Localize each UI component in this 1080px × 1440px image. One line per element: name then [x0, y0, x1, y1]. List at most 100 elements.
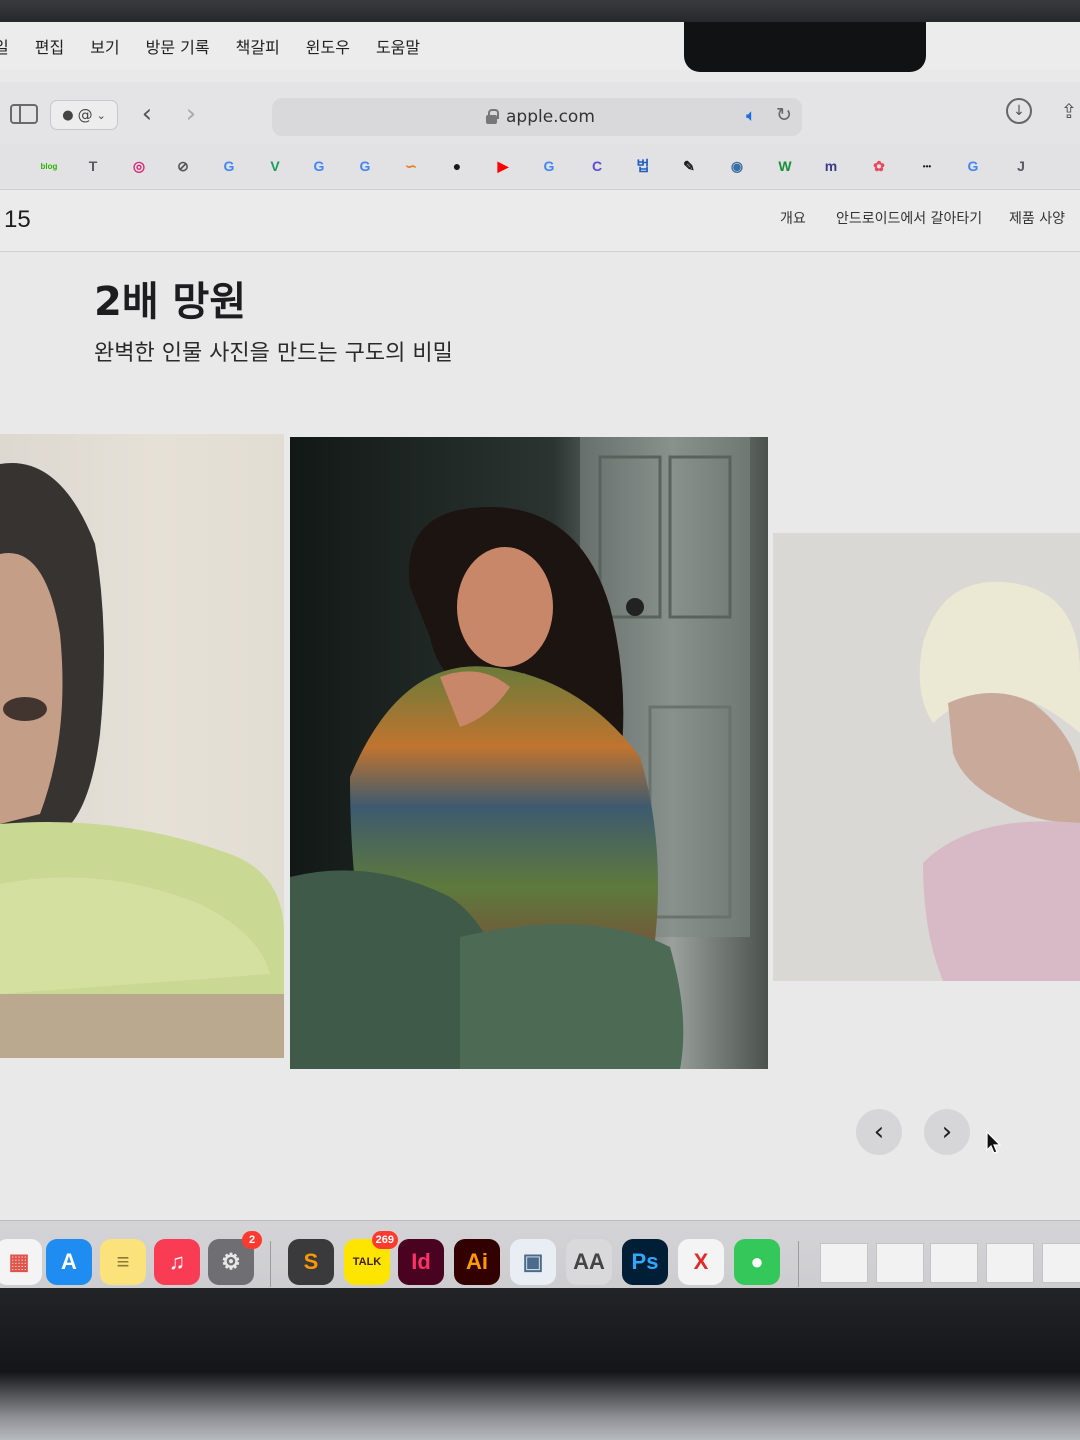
font-book-icon[interactable]: AA	[566, 1239, 612, 1285]
gallery-photo-right[interactable]	[773, 533, 1080, 981]
globe-icon[interactable]: ◉	[726, 155, 748, 177]
google-icon[interactable]: G	[962, 155, 984, 177]
preview-icon[interactable]: ▣	[510, 1239, 556, 1285]
system-settings-icon[interactable]: ⚙ 2	[208, 1231, 262, 1285]
system-settings-glyph: ⚙	[221, 1249, 241, 1274]
gallery-photo-center[interactable]	[290, 437, 768, 1069]
forward-button[interactable]: ›	[180, 98, 202, 130]
product-nav: 15 개요 안드로이드에서 갈아타기 제품 사양	[0, 190, 1080, 252]
dots-icon[interactable]: •••	[916, 155, 938, 177]
photoshop-icon[interactable]: Ps	[622, 1239, 668, 1285]
j-icon[interactable]: J	[1010, 155, 1032, 177]
menu-item[interactable]: 일	[0, 34, 9, 58]
carousel-previous-button[interactable]: ‹	[856, 1109, 902, 1155]
product-name[interactable]: 15	[4, 206, 31, 234]
lock-icon	[486, 109, 499, 124]
naver-blog-icon[interactable]: blog	[38, 155, 60, 177]
swirl-icon[interactable]: ∽	[400, 155, 422, 177]
indesign-icon[interactable]: Id	[398, 1239, 444, 1285]
m-icon[interactable]: m	[820, 155, 842, 177]
messages-glyph: ●	[750, 1249, 764, 1274]
photo-left-illustration	[0, 463, 284, 1058]
photo-right-illustration	[773, 533, 1080, 981]
notification-badge: 269	[371, 1231, 398, 1249]
kakaotalk-icon[interactable]: TALK 269	[344, 1231, 398, 1285]
nav-link-switch-from-android[interactable]: 안드로이드에서 갈아타기	[836, 208, 982, 228]
nav-link-specs[interactable]: 제품 사양	[1009, 208, 1065, 228]
indesign-glyph: Id	[411, 1249, 431, 1274]
youtube-icon[interactable]: ▶	[492, 155, 514, 177]
preview-glyph: ▣	[522, 1249, 544, 1274]
google-icon[interactable]: G	[218, 155, 240, 177]
profile-label: @	[77, 106, 93, 124]
notification-badge: 2	[242, 1231, 262, 1249]
dark-circle-icon[interactable]: ●	[446, 155, 468, 177]
kakaotalk-glyph: TALK	[352, 1256, 382, 1268]
dock-window-thumbnail[interactable]	[930, 1243, 978, 1283]
menu-item[interactable]: 방문 기록	[146, 34, 210, 58]
gallery-photo-left[interactable]	[0, 434, 284, 1058]
compass-icon[interactable]: ⊘	[172, 155, 194, 177]
w-icon[interactable]: W	[774, 155, 796, 177]
messages-icon[interactable]: ●	[734, 1239, 780, 1285]
dictionary-icon[interactable]: 법	[632, 155, 654, 177]
v-icon[interactable]: V	[264, 155, 286, 177]
music-icon[interactable]: ♫	[154, 1239, 200, 1285]
photoshop-glyph: Ps	[631, 1249, 659, 1274]
menu-item[interactable]: 편집	[35, 34, 64, 58]
nav-link-overview[interactable]: 개요	[780, 208, 806, 228]
notes-glyph: ≡	[116, 1249, 130, 1274]
screen: 일 편집 보기 방문 기록 책갈피 윈도우 도움말 ● @ ⌄ ‹ › apple.com …	[0, 22, 1080, 1310]
dock-separator	[798, 1241, 799, 1287]
instagram-icon[interactable]: ◎	[128, 155, 150, 177]
launchpad-icon[interactable]: ▦	[0, 1239, 42, 1285]
font-book-glyph: AA	[573, 1249, 605, 1274]
music-glyph: ♫	[168, 1249, 186, 1274]
sidebar-toggle-icon[interactable]	[10, 104, 38, 124]
menu-item[interactable]: 보기	[90, 34, 119, 58]
illustrator-glyph: Ai	[466, 1249, 488, 1274]
browser-toolbar: ● @ ⌄ ‹ › apple.com 🔈︎ ↻ ↓ ⇪	[0, 82, 1080, 144]
google-icon[interactable]: G	[354, 155, 376, 177]
pen-icon[interactable]: ✎	[678, 155, 700, 177]
dock-separator	[270, 1241, 271, 1287]
url-text: apple.com	[506, 107, 595, 127]
section-subheadline: 완벽한 인물 사진을 만드는 구도의 비밀	[94, 341, 453, 366]
dock-window-thumbnail[interactable]	[820, 1243, 868, 1283]
speaker-icon[interactable]: 🔈︎	[746, 106, 756, 126]
google-icon[interactable]: G	[538, 155, 560, 177]
favorites-bar: blog T ◎ ⊘ G V G G ∽ ● ▶ G C 법 ✎ ◉ Wm ✿ ••• G J	[0, 144, 1080, 190]
download-icon[interactable]: ↓	[1006, 98, 1032, 124]
camera-notch	[684, 22, 926, 72]
c-icon[interactable]: C	[586, 155, 608, 177]
learning-x-glyph: X	[693, 1249, 709, 1274]
menu-item[interactable]: 도움말	[376, 34, 420, 58]
google-icon[interactable]: G	[308, 155, 330, 177]
mouse-cursor-icon	[986, 1131, 1002, 1154]
sublime-text-icon[interactable]: S	[288, 1239, 334, 1285]
address-bar[interactable]: apple.com 🔈︎ ↻	[272, 98, 802, 136]
person-icon: ●	[62, 107, 74, 123]
main-content: 2배 망원 완벽한 인물 사진을 만드는 구도의 비밀 ‹ ›	[0, 253, 1080, 1223]
section-headline: 2배 망원	[94, 279, 247, 325]
illustrator-icon[interactable]: Ai	[454, 1239, 500, 1285]
share-icon[interactable]: ⇪	[1058, 96, 1080, 126]
learning-x-icon[interactable]: X	[678, 1239, 724, 1285]
back-button[interactable]: ‹	[136, 98, 158, 130]
notes-icon[interactable]: ≡	[100, 1239, 146, 1285]
t-icon[interactable]: T	[82, 155, 104, 177]
color-wheel-icon[interactable]: ✿	[868, 155, 890, 177]
laptop-bezel-bottom	[0, 1288, 1080, 1440]
launchpad-glyph: ▦	[8, 1249, 30, 1274]
dock-window-thumbnail[interactable]	[1042, 1243, 1080, 1283]
carousel-next-button[interactable]: ›	[924, 1109, 970, 1155]
dock-window-thumbnail[interactable]	[876, 1243, 924, 1283]
sublime-text-glyph: S	[303, 1249, 319, 1274]
menu-item[interactable]: 윈도우	[306, 34, 350, 58]
dock-window-thumbnail[interactable]	[986, 1243, 1034, 1283]
chevron-down-icon: ⌄	[96, 108, 106, 122]
profile-button[interactable]: ● @ ⌄	[50, 100, 118, 130]
reload-icon[interactable]: ↻	[776, 104, 792, 126]
app-store-icon[interactable]: A	[46, 1239, 92, 1285]
menu-item[interactable]: 책갈피	[236, 34, 280, 58]
